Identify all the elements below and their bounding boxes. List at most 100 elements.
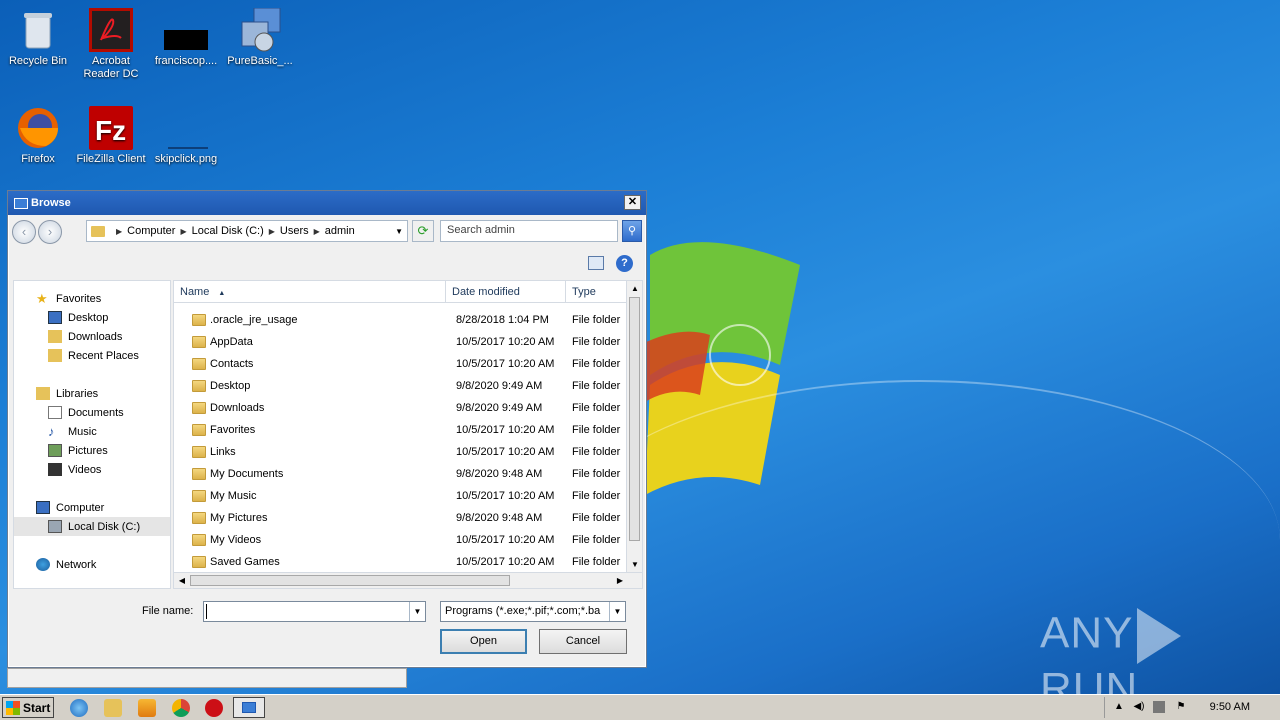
action-center-flag-icon[interactable]: ⚑ — [1175, 701, 1187, 713]
file-name-input[interactable]: ▼ — [203, 601, 426, 622]
file-name: My Pictures — [210, 512, 268, 524]
scroll-down-icon[interactable]: ▼ — [627, 557, 642, 573]
clock[interactable]: 9:50 AM — [1210, 701, 1250, 713]
search-input[interactable]: Search admin — [440, 220, 618, 242]
cancel-button[interactable]: Cancel — [539, 629, 627, 654]
desktop-icon-skipclick[interactable]: skipclick.png — [148, 106, 224, 166]
nav-libraries[interactable]: Libraries — [14, 384, 170, 403]
folder-icon — [192, 402, 206, 414]
nav-local-disk[interactable]: Local Disk (C:) — [14, 517, 170, 536]
chevron-down-icon[interactable]: ▼ — [409, 602, 425, 621]
nav-desktop[interactable]: Desktop — [14, 308, 170, 327]
nav-pictures[interactable]: Pictures — [14, 441, 170, 460]
scroll-up-icon[interactable]: ▲ — [627, 281, 642, 297]
close-button[interactable]: ✕ — [624, 195, 641, 210]
internet-explorer-icon[interactable] — [70, 699, 88, 717]
scroll-left-icon[interactable]: ◀ — [174, 573, 190, 588]
scrollbar-thumb[interactable] — [629, 297, 640, 541]
desktop-icon-filezilla[interactable]: Fz FileZilla Client — [73, 106, 149, 166]
png-file-icon — [164, 106, 208, 150]
star-icon: ★ — [36, 291, 48, 306]
file-row[interactable]: Links 10/5/2017 10:20 AM File folder — [174, 441, 642, 463]
file-row[interactable]: My Music 10/5/2017 10:20 AM File folder — [174, 485, 642, 507]
chevron-down-icon[interactable]: ▼ — [395, 227, 403, 236]
column-header-date[interactable]: Date modified — [446, 281, 566, 302]
dialog-titlebar[interactable]: Browse ✕ — [8, 191, 646, 215]
nav-music[interactable]: ♪ Music — [14, 422, 170, 441]
file-date: 9/8/2020 9:49 AM — [456, 402, 543, 414]
file-row[interactable]: .oracle_jre_usage 8/28/2018 1:04 PM File f… — [174, 309, 642, 331]
desktop-icon-purebasic[interactable]: PureBasic_... — [222, 7, 298, 68]
nav-network[interactable]: Network — [14, 555, 170, 574]
windows-flag-icon — [6, 700, 20, 715]
start-button[interactable]: Start — [2, 697, 54, 718]
firefox-icon — [16, 106, 60, 150]
refresh-button[interactable]: ⟳ — [412, 220, 434, 242]
horizontal-scrollbar[interactable]: ◀ ▶ — [174, 572, 642, 588]
nav-recent-places[interactable]: Recent Places — [14, 346, 170, 365]
breadcrumb-computer[interactable]: Computer — [127, 225, 175, 237]
nav-downloads[interactable]: Downloads — [14, 327, 170, 346]
file-row[interactable]: My Videos 10/5/2017 10:20 AM File folder — [174, 529, 642, 551]
taskbar-browse-dialog[interactable] — [233, 697, 265, 718]
videos-icon — [48, 463, 62, 476]
desktop-icon-acrobat-reader[interactable]: Acrobat Reader DC — [73, 8, 149, 81]
forward-button[interactable]: › — [38, 220, 62, 244]
opera-icon[interactable] — [205, 699, 223, 717]
breadcrumb[interactable]: ▶ Computer ▶ Local Disk (C:) ▶ Users ▶ a… — [86, 220, 408, 242]
chevron-icon[interactable]: ▶ — [180, 227, 186, 236]
media-player-icon[interactable] — [138, 699, 156, 717]
open-button[interactable]: Open — [440, 629, 527, 654]
file-row[interactable]: My Pictures 9/8/2020 9:48 AM File folder — [174, 507, 642, 529]
breadcrumb-local-disk[interactable]: Local Disk (C:) — [192, 225, 264, 237]
back-button[interactable]: ‹ — [12, 220, 36, 244]
chevron-up-icon[interactable]: ▲ — [1113, 701, 1125, 713]
scroll-right-icon[interactable]: ▶ — [612, 573, 628, 588]
file-row[interactable]: AppData 10/5/2017 10:20 AM File folder — [174, 331, 642, 353]
column-header-name[interactable]: Name ▲ — [174, 281, 446, 302]
nav-computer[interactable]: Computer — [14, 498, 170, 517]
nav-documents[interactable]: Documents — [14, 403, 170, 422]
status-bar — [7, 668, 407, 688]
help-icon[interactable]: ? — [616, 255, 633, 272]
nav-favorites[interactable]: ★ Favorites — [14, 289, 170, 308]
file-row[interactable]: Contacts 10/5/2017 10:20 AM File folder — [174, 353, 642, 375]
nav-label: Computer — [56, 501, 105, 514]
nav-videos[interactable]: Videos — [14, 460, 170, 479]
drive-icon — [48, 520, 62, 533]
scrollbar-thumb[interactable] — [190, 575, 510, 586]
folder-icon — [192, 424, 206, 436]
desktop-icon-recycle-bin[interactable]: Recycle Bin — [0, 8, 76, 68]
file-date: 8/28/2018 1:04 PM — [456, 314, 549, 326]
volume-icon[interactable]: ◀) — [1133, 701, 1145, 713]
breadcrumb-admin[interactable]: admin — [325, 225, 355, 237]
file-row[interactable]: Downloads 9/8/2020 9:49 AM File folder — [174, 397, 642, 419]
file-name-cell: My Music — [174, 490, 446, 502]
file-row[interactable]: Desktop 9/8/2020 9:49 AM File folder — [174, 375, 642, 397]
search-icon[interactable]: ⚲ — [622, 220, 642, 242]
chevron-icon[interactable]: ▶ — [269, 227, 275, 236]
nav-label: Recent Places — [68, 349, 139, 362]
chevron-down-icon[interactable]: ▼ — [609, 602, 625, 621]
chevron-icon[interactable]: ▶ — [116, 227, 122, 236]
breadcrumb-users[interactable]: Users — [280, 225, 309, 237]
network-tray-icon[interactable] — [1153, 701, 1165, 713]
vertical-scrollbar[interactable]: ▲ ▼ — [626, 281, 642, 573]
file-name-value — [206, 604, 213, 619]
column-header-type[interactable]: Type — [566, 281, 628, 302]
file-date: 10/5/2017 10:20 AM — [456, 490, 555, 502]
desktop-icon-label: Firefox — [21, 153, 55, 165]
explorer-folder-icon[interactable] — [104, 699, 122, 717]
chevron-icon[interactable]: ▶ — [314, 227, 320, 236]
file-row[interactable]: Favorites 10/5/2017 10:20 AM File folder — [174, 419, 642, 441]
file-row[interactable]: Saved Games 10/5/2017 10:20 AM File folder — [174, 551, 642, 573]
file-row[interactable]: My Documents 9/8/2020 9:48 AM File folder — [174, 463, 642, 485]
file-type-select[interactable]: Programs (*.exe;*.pif;*.com;*.ba ▼ — [440, 601, 626, 622]
desktop-icon-firefox[interactable]: Firefox — [0, 106, 76, 166]
desktop-icon-label: franciscop.... — [154, 55, 218, 67]
desktop-icon-franciscop[interactable]: franciscop.... — [148, 8, 224, 68]
chrome-icon[interactable] — [172, 699, 190, 717]
folder-icon — [192, 358, 206, 370]
preview-pane-icon[interactable] — [588, 256, 604, 270]
